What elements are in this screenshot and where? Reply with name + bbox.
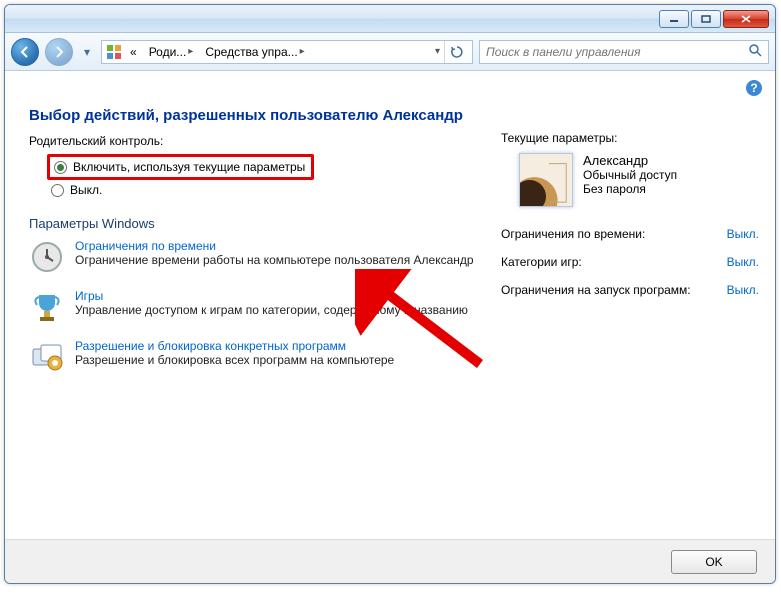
status-games-label: Категории игр: xyxy=(501,255,709,269)
option-time: Ограничения по времени Ограничение време… xyxy=(29,239,481,275)
maximize-button[interactable] xyxy=(691,10,721,28)
radio-off-row[interactable]: Выкл. xyxy=(47,180,481,200)
window: ▾ « Роди...▸ Средства упра...▸ ▾ ? Выбор… xyxy=(4,4,776,584)
status-apps-value[interactable]: Выкл. xyxy=(727,283,759,297)
page-title: Выбор действий, разрешенных пользователю… xyxy=(29,107,481,124)
apps-desc: Разрешение и блокировка всех программ на… xyxy=(75,353,394,367)
history-dropdown[interactable]: ▾ xyxy=(79,40,95,64)
status-time-value[interactable]: Выкл. xyxy=(727,227,759,241)
forward-button[interactable] xyxy=(45,38,73,66)
trophy-icon xyxy=(29,289,65,325)
status-apps-label: Ограничения на запуск программ: xyxy=(501,283,709,297)
address-bar[interactable]: « Роди...▸ Средства упра...▸ ▾ xyxy=(101,40,473,64)
navbar: ▾ « Роди...▸ Средства упра...▸ ▾ xyxy=(5,33,775,71)
user-password: Без пароля xyxy=(583,182,677,196)
search-bar[interactable] xyxy=(479,40,769,64)
apps-link[interactable]: Разрешение и блокировка конкретных прогр… xyxy=(75,339,394,353)
time-desc: Ограничение времени работы на компьютере… xyxy=(75,253,474,267)
status-time-label: Ограничения по времени: xyxy=(501,227,709,241)
titlebar xyxy=(5,5,775,33)
user-card: Александр Обычный доступ Без пароля xyxy=(519,153,759,207)
user-name: Александр xyxy=(583,153,677,168)
status-games-value[interactable]: Выкл. xyxy=(727,255,759,269)
search-icon[interactable] xyxy=(748,43,762,60)
user-role: Обычный доступ xyxy=(583,168,677,182)
radio-off[interactable] xyxy=(51,184,64,197)
search-input[interactable] xyxy=(486,45,744,59)
radio-on[interactable] xyxy=(54,161,67,174)
close-button[interactable] xyxy=(723,10,769,28)
user-avatar xyxy=(519,153,573,207)
radio-on-row[interactable]: Включить, используя текущие параметры xyxy=(47,154,314,180)
windows-params-header: Параметры Windows xyxy=(29,216,481,231)
ok-button[interactable]: OK xyxy=(671,550,757,574)
radio-on-label: Включить, используя текущие параметры xyxy=(73,160,305,174)
games-link[interactable]: Игры xyxy=(75,289,468,303)
help-icon[interactable]: ? xyxy=(745,79,763,97)
refresh-button[interactable] xyxy=(444,41,468,63)
content: ? Выбор действий, разрешенных пользовате… xyxy=(5,71,775,539)
minimize-button[interactable] xyxy=(659,10,689,28)
back-button[interactable] xyxy=(11,38,39,66)
time-link[interactable]: Ограничения по времени xyxy=(75,239,474,253)
current-settings-label: Текущие параметры: xyxy=(501,131,759,145)
breadcrumb-2[interactable]: Средства упра...▸ xyxy=(201,45,308,59)
parental-control-label: Родительский контроль: xyxy=(29,134,481,148)
clock-icon xyxy=(29,239,65,275)
breadcrumb-prefix[interactable]: « xyxy=(126,45,141,59)
option-games: Игры Управление доступом к играм по кате… xyxy=(29,289,481,325)
radio-off-label: Выкл. xyxy=(70,183,102,197)
breadcrumb-overflow[interactable]: ▾ xyxy=(435,46,440,57)
footer: OK xyxy=(5,539,775,583)
apps-icon xyxy=(29,339,65,375)
category-icon xyxy=(106,44,122,60)
svg-text:?: ? xyxy=(750,81,757,95)
breadcrumb-1[interactable]: Роди...▸ xyxy=(145,45,198,59)
option-apps: Разрешение и блокировка конкретных прогр… xyxy=(29,339,481,375)
games-desc: Управление доступом к играм по категории… xyxy=(75,303,468,317)
